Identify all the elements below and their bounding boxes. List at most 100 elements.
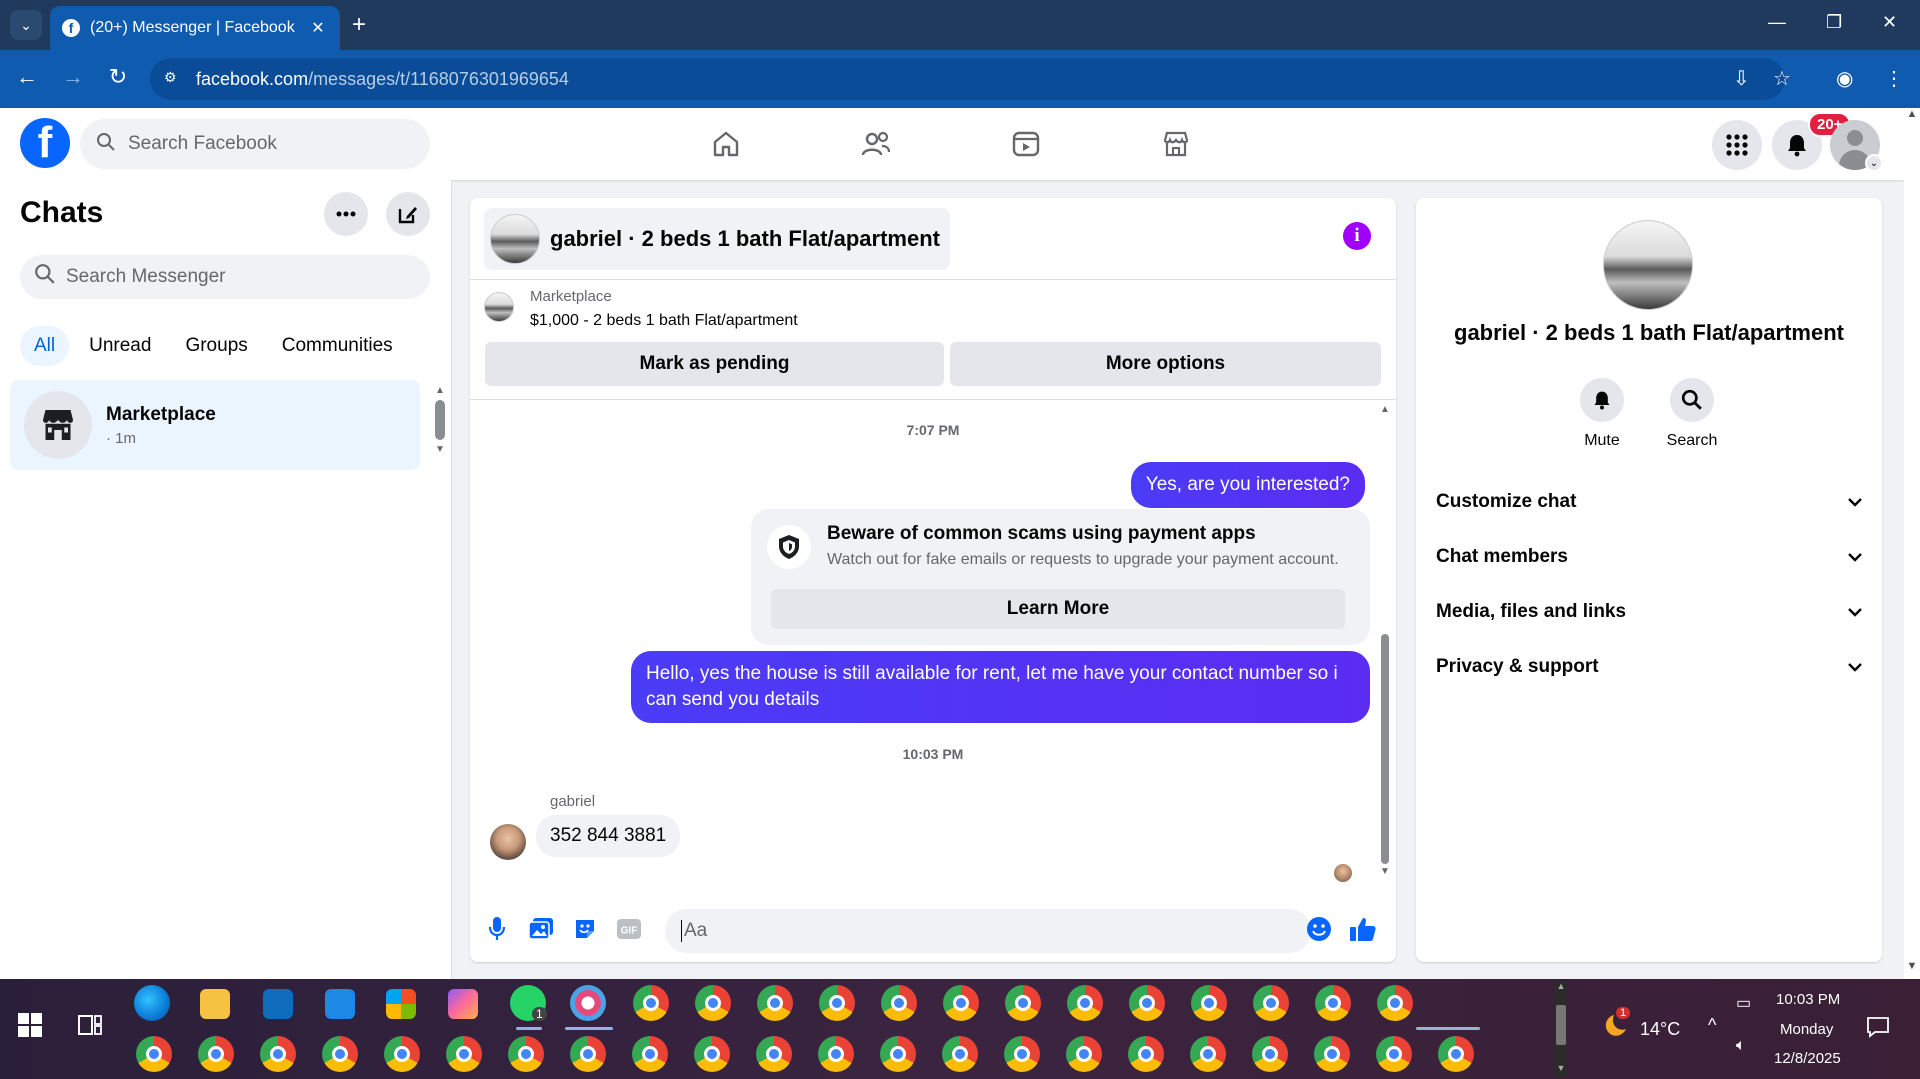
chrome-profile-icon[interactable]: [446, 1036, 482, 1072]
chrome-profile-icon[interactable]: [1066, 1036, 1102, 1072]
notification-center-icon[interactable]: [1866, 1015, 1890, 1044]
copilot-icon[interactable]: [448, 989, 478, 1019]
chrome-profile-icon[interactable]: [1129, 985, 1165, 1021]
volume-icon[interactable]: 🔈︎: [1736, 1037, 1746, 1055]
chrome-profile-icon[interactable]: [1438, 1036, 1474, 1072]
windows-start-icon[interactable]: [18, 1013, 42, 1042]
chrome-profile-icon[interactable]: [260, 1036, 296, 1072]
emoji-icon[interactable]: [1304, 914, 1334, 944]
friends-icon[interactable]: [856, 126, 896, 162]
outgoing-message[interactable]: Hello, yes the house is still available …: [631, 651, 1370, 723]
chats-options-button[interactable]: [324, 192, 368, 236]
chrome-profile-icon[interactable]: [570, 1036, 606, 1072]
sticker-icon[interactable]: [570, 914, 600, 944]
facebook-search-input[interactable]: Search Facebook: [80, 119, 430, 169]
mute-button[interactable]: Mute: [1562, 378, 1642, 450]
reload-icon[interactable]: ↻: [103, 64, 133, 90]
chrome-profile-icon[interactable]: [508, 1036, 544, 1072]
taskbar-time[interactable]: 10:03 PM: [1776, 991, 1840, 1008]
media-files-links-section[interactable]: Media, files and links: [1436, 590, 1862, 634]
back-icon[interactable]: ←: [12, 64, 42, 90]
chat-list-scrollbar[interactable]: ▲ ▼: [432, 385, 448, 465]
chrome-profile-icon[interactable]: [1067, 985, 1103, 1021]
chrome-profile-icon[interactable]: [1253, 985, 1289, 1021]
bookmark-star-icon[interactable]: ☆: [1773, 66, 1791, 91]
chrome-profile-icon[interactable]: [322, 1036, 358, 1072]
chrome-menu-icon[interactable]: ⋮: [1884, 66, 1904, 91]
task-view-icon[interactable]: [78, 1013, 102, 1042]
chrome-profile-icon[interactable]: [819, 985, 855, 1021]
chevron-up-icon[interactable]: ^: [1708, 1015, 1716, 1036]
mark-as-pending-button[interactable]: Mark as pending: [485, 342, 944, 386]
chrome-profile-icon[interactable]: [633, 985, 669, 1021]
chrome-profile-icon[interactable]: [384, 1036, 420, 1072]
chrome-profile-icon[interactable]: [1376, 1036, 1412, 1072]
info-icon[interactable]: i: [1343, 222, 1371, 250]
chrome-profile-icon[interactable]: [1128, 1036, 1164, 1072]
gif-icon[interactable]: GIF: [614, 914, 644, 944]
chat-avatar[interactable]: [1603, 220, 1693, 310]
chrome-profile-icon[interactable]: [1377, 985, 1413, 1021]
marketplace-icon[interactable]: [1156, 126, 1196, 162]
tab-close-icon[interactable]: ✕: [308, 18, 328, 38]
chrome-profile-icon[interactable]: [880, 1036, 916, 1072]
chrome-profile-icon[interactable]: [136, 1036, 172, 1072]
taskbar-overflow-scrollbar[interactable]: ▲ ▼: [1554, 981, 1568, 1077]
chrome-profile-icon[interactable]: [1004, 1036, 1040, 1072]
chrome-profile-icon[interactable]: [1315, 985, 1351, 1021]
video-icon[interactable]: [1006, 126, 1046, 162]
chrome-profile-icon[interactable]: [1191, 985, 1227, 1021]
network-icon[interactable]: ▭: [1736, 993, 1751, 1013]
new-message-button[interactable]: [386, 192, 430, 236]
chrome-profile-icon[interactable]: [695, 985, 731, 1021]
chrome-profile-icon[interactable]: [757, 985, 793, 1021]
minimize-icon[interactable]: —: [1768, 12, 1786, 33]
filter-groups[interactable]: Groups: [171, 326, 261, 366]
facebook-logo[interactable]: f: [20, 118, 70, 168]
chrome-profile-icon[interactable]: [1190, 1036, 1226, 1072]
sender-avatar[interactable]: [490, 824, 526, 860]
photo-icon[interactable]: [526, 914, 556, 944]
home-icon[interactable]: [706, 126, 746, 162]
chrome-profile-icon[interactable]: [198, 1036, 234, 1072]
taskbar-date[interactable]: 12/8/2025: [1774, 1050, 1841, 1067]
calendar-icon[interactable]: [325, 989, 355, 1019]
messenger-search-input[interactable]: Search Messenger: [20, 255, 430, 299]
chrome-profile-icon[interactable]: [881, 985, 917, 1021]
outlook-icon[interactable]: [263, 989, 293, 1019]
chat-members-section[interactable]: Chat members: [1436, 535, 1862, 579]
incoming-message[interactable]: 352 844 3881: [536, 815, 681, 857]
filter-communities[interactable]: Communities: [268, 326, 407, 366]
message-input[interactable]: Aa: [665, 909, 1311, 953]
filter-all[interactable]: All: [20, 326, 70, 366]
learn-more-button[interactable]: Learn More: [771, 589, 1345, 629]
search-in-conversation-button[interactable]: Search: [1652, 378, 1732, 450]
chrome-profile-icon[interactable]: [943, 985, 979, 1021]
chevron-down-icon[interactable]: ⌄: [1865, 154, 1883, 172]
chat-list-item[interactable]: Marketplace · 1m: [10, 380, 420, 470]
chrome-profile-icon[interactable]: [942, 1036, 978, 1072]
new-tab-button[interactable]: +: [352, 12, 366, 38]
chrome-profile-icon[interactable]: [756, 1036, 792, 1072]
customize-chat-section[interactable]: Customize chat: [1436, 480, 1862, 524]
conversation-title-button[interactable]: gabriel · 2 beds 1 bath Flat/apartment: [484, 208, 950, 270]
site-info-icon[interactable]: ⚙: [164, 69, 184, 89]
chrome-profile-icon[interactable]: [818, 1036, 854, 1072]
close-window-icon[interactable]: ✕: [1882, 12, 1897, 33]
tab-search-button[interactable]: ⌄: [10, 10, 42, 40]
edge-icon[interactable]: [134, 985, 170, 1021]
install-app-icon[interactable]: ⇩: [1733, 66, 1750, 91]
chrome-profile-icon[interactable]: [1252, 1036, 1288, 1072]
weather-temperature[interactable]: 14°C: [1640, 1019, 1680, 1040]
microsoft-store-icon[interactable]: [386, 989, 416, 1019]
browser-tab[interactable]: f (20+) Messenger | Facebook ✕: [50, 6, 340, 50]
chrome-profile-icon[interactable]: [1005, 985, 1041, 1021]
paint-icon[interactable]: [570, 985, 606, 1021]
taskbar-day[interactable]: Monday: [1780, 1021, 1833, 1038]
file-explorer-icon[interactable]: [200, 989, 230, 1019]
conversation-scrollbar[interactable]: ▲ ▼: [1378, 404, 1392, 877]
thumbs-up-icon[interactable]: [1348, 914, 1378, 944]
forward-icon[interactable]: →: [58, 64, 88, 90]
microphone-icon[interactable]: [482, 914, 512, 944]
filter-unread[interactable]: Unread: [75, 326, 165, 366]
